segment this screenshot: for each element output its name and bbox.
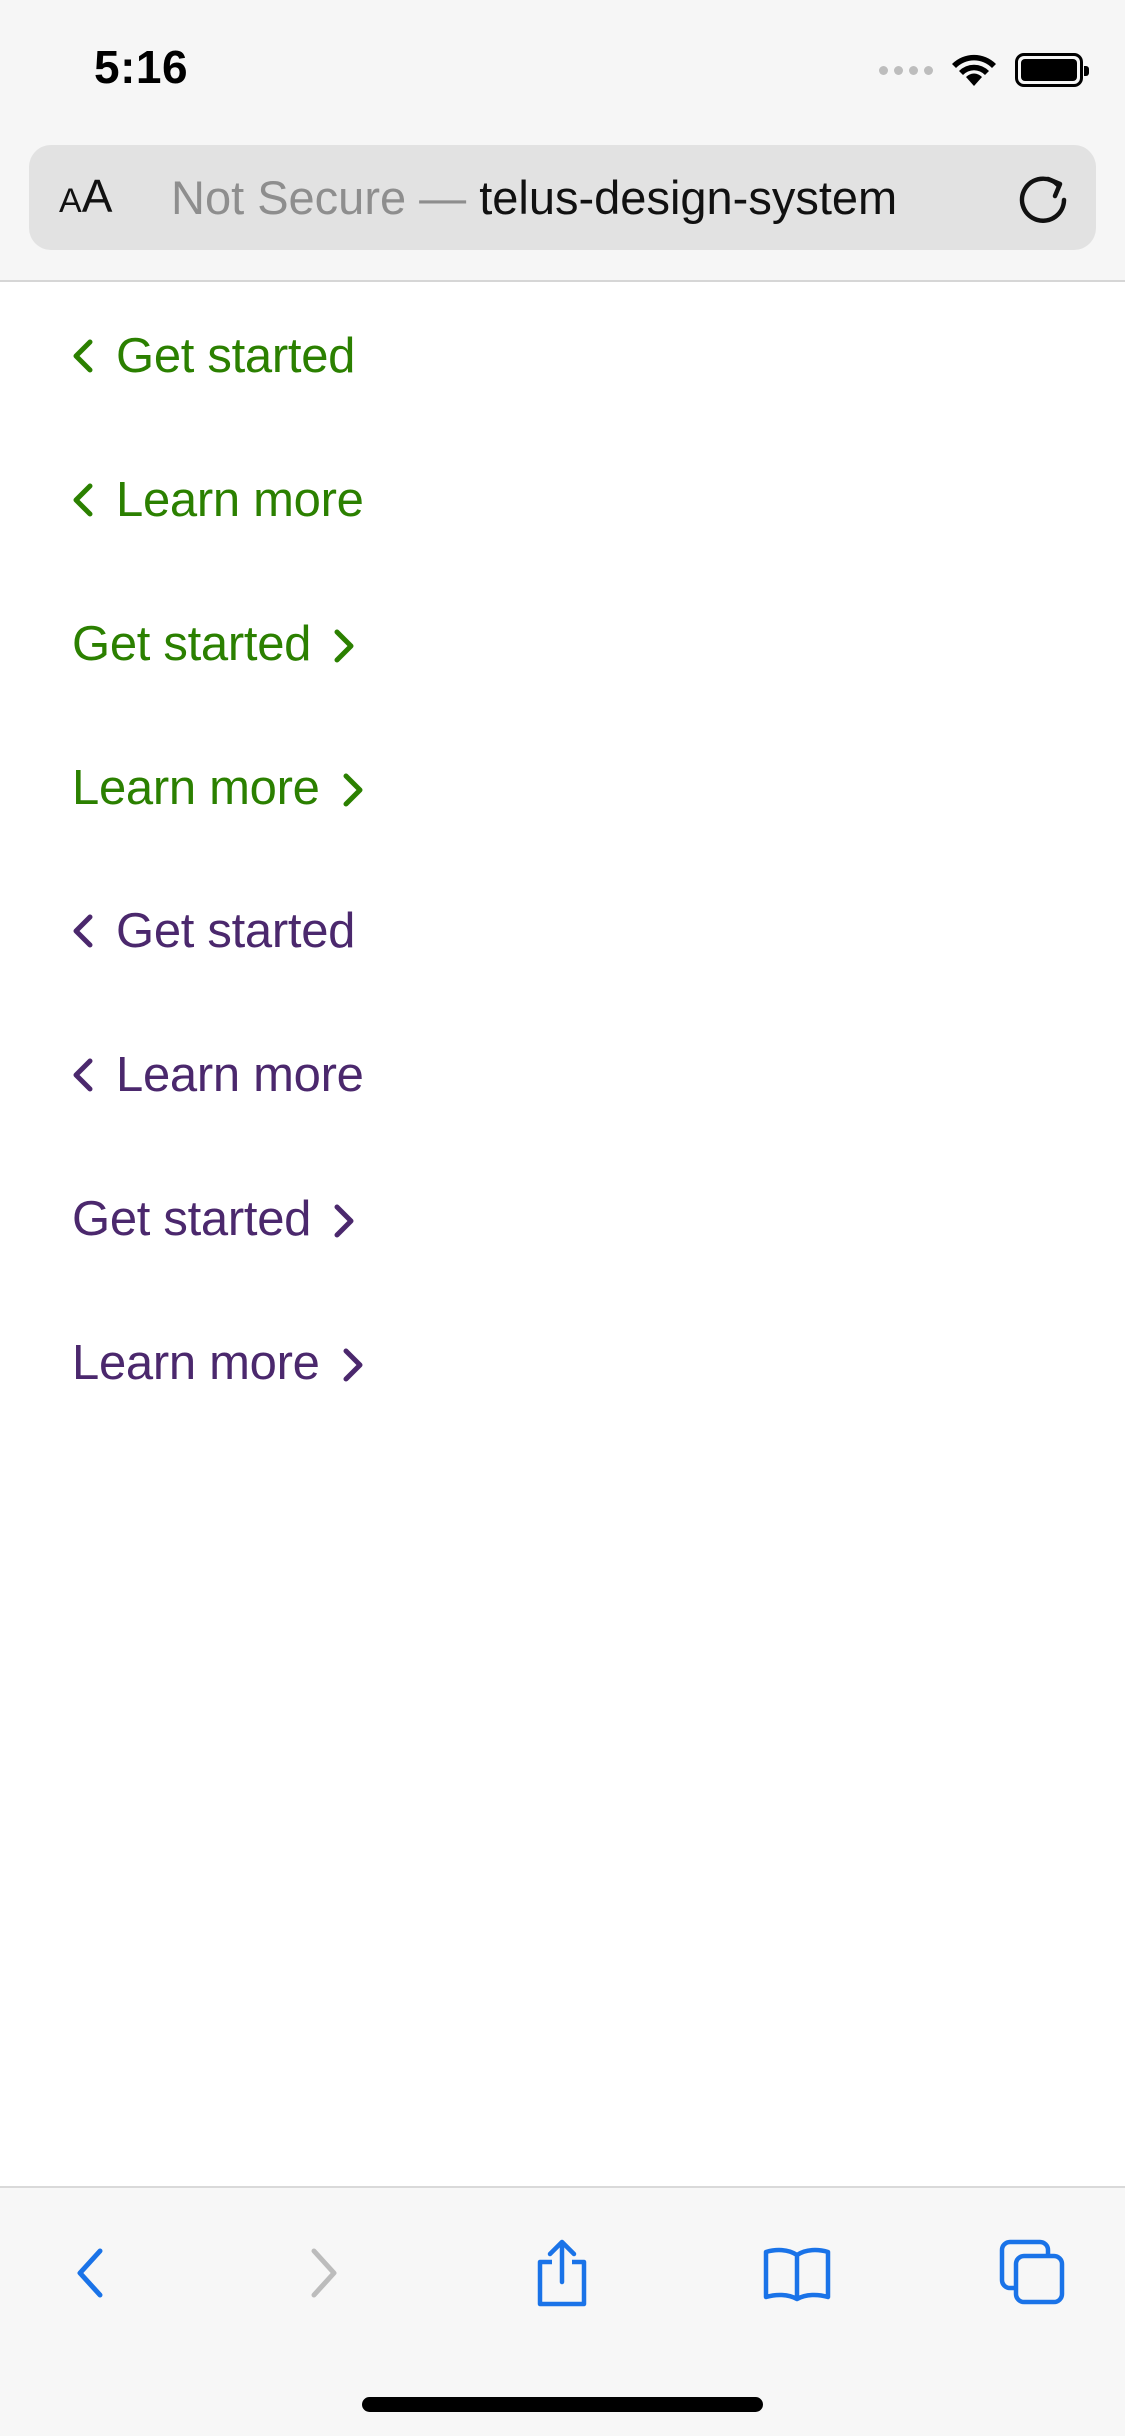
status-icons [879,50,1089,90]
wifi-icon [952,54,996,86]
link-label: Learn more [116,473,364,527]
status-time: 5:16 [94,41,189,93]
back-button[interactable] [45,2228,135,2318]
link-label: Learn more [116,1048,364,1102]
share-button[interactable] [517,2228,607,2318]
bookmarks-button[interactable] [752,2228,842,2318]
chevron-link[interactable]: Get started [72,604,359,684]
link-label: Learn more [72,1336,320,1390]
link-label: Get started [116,904,356,958]
cellular-signal-icon [879,65,933,75]
home-indicator [362,2397,763,2412]
forward-button[interactable] [279,2228,369,2318]
chevron-left-icon [73,339,93,373]
security-label: Not Secure — [171,171,480,224]
chevron-left-icon [73,1058,93,1092]
text-size-button[interactable]: A A [59,145,112,250]
reload-icon[interactable] [1012,167,1074,229]
tabs-button[interactable] [988,2228,1078,2318]
chevron-link[interactable]: Learn more [72,748,368,828]
back-icon [77,2248,103,2298]
browser-top-chrome: 5:16 A A Not Secure — telus-design-syste… [0,0,1125,282]
link-label: Get started [72,1192,312,1246]
chevron-link[interactable]: Learn more [68,1035,364,1115]
chevron-right-icon [343,773,363,807]
chevron-left-icon [73,483,93,517]
bookmarks-icon [763,2247,831,2302]
chevron-right-icon [334,1204,354,1238]
battery-icon [1015,53,1089,87]
url-host: telus-design-system [479,171,898,224]
link-label: Learn more [72,761,320,815]
url-text[interactable]: Not Secure — telus-design-system [171,145,1011,250]
chevron-right-icon [334,629,354,663]
aa-small-label: A [59,182,82,220]
aa-big-label: A [81,170,113,222]
chevron-link[interactable]: Get started [68,891,355,971]
share-icon [537,2239,587,2307]
link-label: Get started [72,617,312,671]
tabs-icon [999,2239,1065,2305]
chevron-link[interactable]: Get started [72,1179,359,1259]
address-bar[interactable]: A A Not Secure — telus-design-system [29,145,1096,250]
chevron-link[interactable]: Get started [68,316,355,396]
chevron-link[interactable]: Learn more [72,1323,368,1403]
chevron-left-icon [73,914,93,948]
link-label: Get started [116,329,356,383]
forward-icon [311,2248,337,2298]
chevron-link[interactable]: Learn more [68,460,364,540]
chevron-right-icon [343,1348,363,1382]
